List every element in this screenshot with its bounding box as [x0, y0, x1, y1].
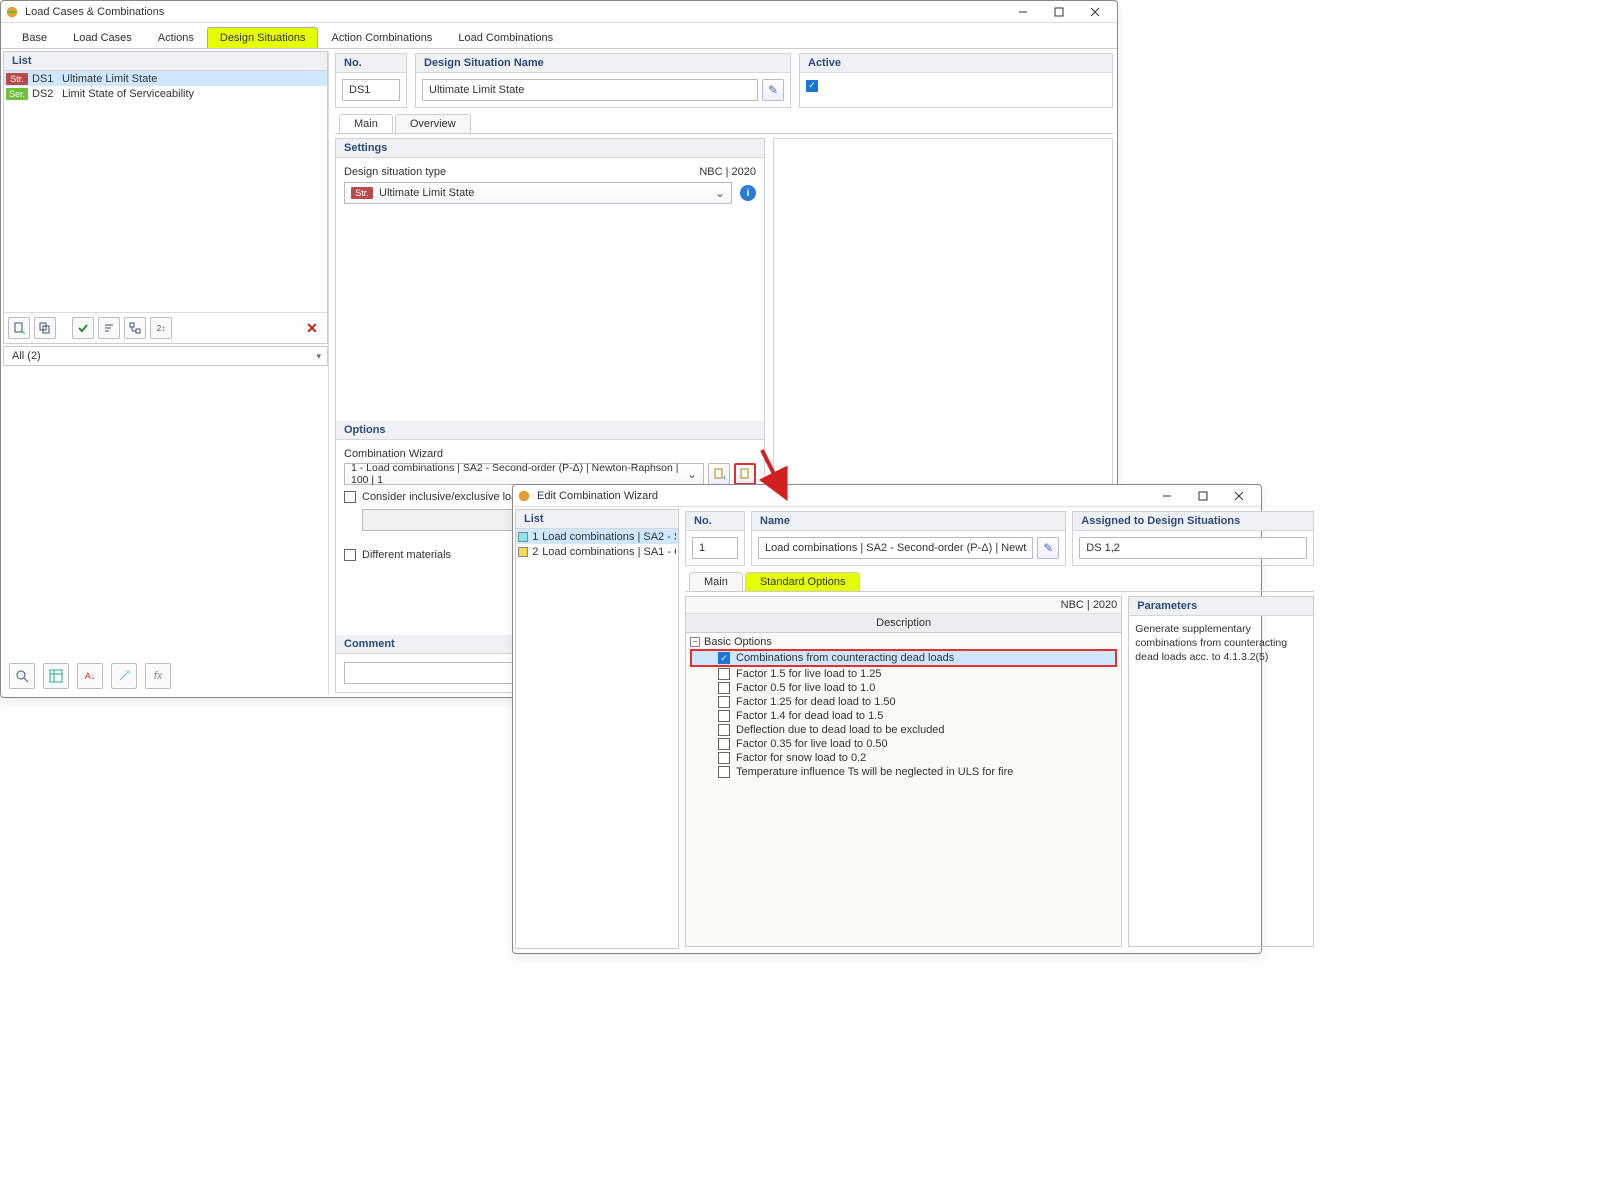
no-field[interactable]: DS1: [342, 79, 400, 101]
list-header: List: [4, 52, 327, 71]
badge-str: Str.: [6, 73, 28, 85]
tab-action-combinations[interactable]: Action Combinations: [318, 27, 445, 48]
subtab-main[interactable]: Main: [689, 572, 743, 591]
option-checkbox[interactable]: [718, 752, 730, 764]
name-field[interactable]: Ultimate Limit State: [422, 79, 758, 101]
active-checkbox[interactable]: [806, 80, 818, 92]
main-title: Load Cases & Combinations: [25, 6, 1005, 18]
color-swatch: [518, 532, 528, 542]
situation-type-dropdown[interactable]: Str. Ultimate Limit State: [344, 182, 732, 204]
list-item[interactable]: 2 Load combinations | SA1 - Geom: [516, 544, 678, 559]
tab-design-situations[interactable]: Design Situations: [207, 27, 319, 48]
table-button[interactable]: [43, 663, 69, 689]
wand-button[interactable]: [111, 663, 137, 689]
incl-excl-checkbox[interactable]: [344, 491, 356, 503]
option-checkbox[interactable]: [718, 668, 730, 680]
options-tree: NBC | 2020 Description −Basic Options ✓C…: [685, 596, 1122, 947]
edit-wizard-button[interactable]: [734, 463, 756, 485]
fx-button[interactable]: fx: [145, 663, 171, 689]
color-swatch: [518, 547, 528, 557]
combo-wizard-dropdown[interactable]: 1 - Load combinations | SA2 - Second-ord…: [344, 463, 704, 485]
subtab-overview[interactable]: Overview: [395, 114, 471, 133]
edit-titlebar: Edit Combination Wizard: [513, 485, 1261, 507]
filter-dropdown[interactable]: All (2): [3, 346, 328, 366]
option-checkbox[interactable]: [718, 710, 730, 722]
parameters-box: Parameters Generate supplementary combin…: [1128, 596, 1314, 947]
renumber-button[interactable]: 2↕: [150, 317, 172, 339]
edit-name-button[interactable]: ✎: [762, 79, 784, 101]
new-wizard-button[interactable]: +: [708, 463, 730, 485]
minimize-button[interactable]: [1005, 1, 1041, 23]
option-checkbox[interactable]: [718, 682, 730, 694]
minimize-button[interactable]: [1149, 485, 1185, 507]
tab-actions[interactable]: Actions: [145, 27, 207, 48]
tree-button[interactable]: [124, 317, 146, 339]
filter-a-button[interactable]: A↓: [77, 663, 103, 689]
wizard-name-field[interactable]: Load combinations | SA2 - Second-order (…: [758, 537, 1033, 559]
no-box: No. DS1: [335, 53, 407, 108]
delete-button[interactable]: ✕: [301, 317, 323, 339]
wizard-list: List 1 Load combinations | SA2 - Secon 2…: [515, 509, 679, 949]
main-titlebar: Load Cases & Combinations: [1, 1, 1117, 23]
check-button[interactable]: [72, 317, 94, 339]
maximize-button[interactable]: [1185, 485, 1221, 507]
tree-group[interactable]: −Basic Options: [690, 635, 1117, 649]
badge-ser: Ser.: [6, 88, 28, 100]
maximize-button[interactable]: [1041, 1, 1077, 23]
active-box: Active: [799, 53, 1113, 108]
tree-item[interactable]: Deflection due to dead load to be exclud…: [690, 723, 1117, 737]
tab-load-combinations[interactable]: Load Combinations: [445, 27, 566, 48]
subtab-standard-options[interactable]: Standard Options: [745, 572, 861, 591]
ds-list: List Str. DS1 Ultimate Limit State Ser. …: [3, 51, 328, 344]
diff-mat-checkbox[interactable]: [344, 549, 356, 561]
subtab-main[interactable]: Main: [339, 114, 393, 133]
close-button[interactable]: [1221, 485, 1257, 507]
wizard-no-field[interactable]: 1: [692, 537, 738, 559]
new-button[interactable]: [8, 317, 30, 339]
svg-text:+: +: [722, 473, 725, 480]
delete-icon: ✕: [306, 320, 318, 337]
sort-button[interactable]: [98, 317, 120, 339]
list-item[interactable]: 1 Load combinations | SA2 - Secon: [516, 529, 678, 544]
tab-base[interactable]: Base: [9, 27, 60, 48]
tree-item[interactable]: ✓Combinations from counteracting dead lo…: [690, 649, 1117, 667]
info-icon[interactable]: i: [740, 185, 756, 201]
tree-item[interactable]: Factor 0.35 for live load to 0.50: [690, 737, 1117, 751]
tab-load-cases[interactable]: Load Cases: [60, 27, 145, 48]
collapse-icon[interactable]: −: [690, 637, 700, 647]
tree-item[interactable]: Factor 1.4 for dead load to 1.5: [690, 709, 1117, 723]
tree-item[interactable]: Factor 0.5 for live load to 1.0: [690, 681, 1117, 695]
list-item[interactable]: Ser. DS2 Limit State of Serviceability: [4, 86, 327, 101]
copy-button[interactable]: [34, 317, 56, 339]
subtabs: Main Overview: [335, 114, 1113, 134]
search-button[interactable]: [9, 663, 35, 689]
list-toolbar: 2↕ ✕: [4, 312, 327, 343]
app-icon: [517, 489, 531, 503]
list-item[interactable]: Str. DS1 Ultimate Limit State: [4, 71, 327, 86]
pencil-icon: ✎: [768, 83, 778, 97]
close-button[interactable]: [1077, 1, 1113, 23]
edit-name-button[interactable]: ✎: [1037, 537, 1059, 559]
main-tabstrip: Base Load Cases Actions Design Situation…: [1, 23, 1117, 49]
option-checkbox[interactable]: [718, 724, 730, 736]
edit-title: Edit Combination Wizard: [537, 490, 1149, 502]
left-pane: List Str. DS1 Ultimate Limit State Ser. …: [3, 51, 329, 695]
name-box: Design Situation Name Ultimate Limit Sta…: [415, 53, 791, 108]
app-icon: [5, 5, 19, 19]
option-checkbox[interactable]: [718, 738, 730, 750]
tree-item[interactable]: Temperature influence Ts will be neglect…: [690, 765, 1117, 779]
option-checkbox[interactable]: ✓: [718, 652, 730, 664]
edit-wizard-window: Edit Combination Wizard List 1 Load comb…: [512, 484, 1262, 954]
tree-item[interactable]: Factor 1.25 for dead load to 1.50: [690, 695, 1117, 709]
tree-item[interactable]: Factor for snow load to 0.2: [690, 751, 1117, 765]
tree-item[interactable]: Factor 1.5 for live load to 1.25: [690, 667, 1117, 681]
wizard-right: No.1 NameLoad combinations | SA2 - Secon…: [681, 507, 1318, 951]
assigned-field[interactable]: DS 1,2: [1079, 537, 1307, 559]
parameters-text: Generate supplementary combinations from…: [1129, 616, 1313, 671]
option-checkbox[interactable]: [718, 696, 730, 708]
bottom-tools: A↓ fx: [3, 657, 328, 695]
option-checkbox[interactable]: [718, 766, 730, 778]
